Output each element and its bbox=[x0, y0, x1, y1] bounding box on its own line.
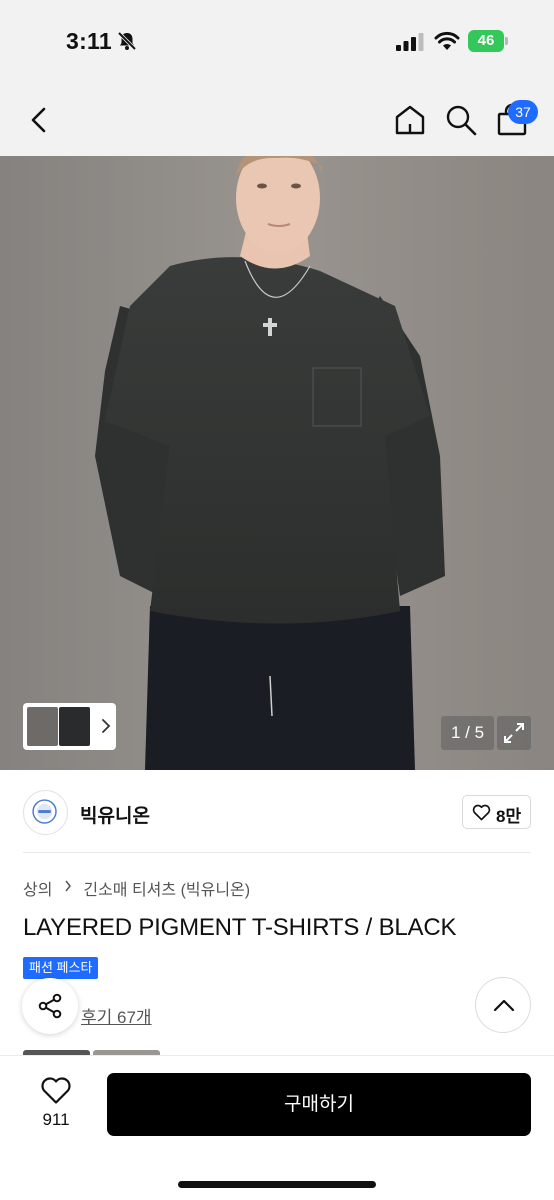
heart-icon[interactable] bbox=[40, 1076, 72, 1105]
chevron-up-icon bbox=[493, 999, 515, 1012]
product-title: LAYERED PIGMENT T-SHIRTS / BLACK bbox=[23, 914, 457, 941]
brand-like-count: 8만 bbox=[496, 807, 522, 826]
product-photo bbox=[0, 156, 554, 770]
wifi-icon bbox=[434, 31, 460, 50]
product-image[interactable]: 1 / 5 bbox=[0, 156, 554, 770]
battery-indicator: 46 bbox=[468, 30, 508, 52]
scroll-top-button[interactable] bbox=[475, 977, 531, 1033]
expand-icon bbox=[504, 723, 524, 743]
brand-logo[interactable] bbox=[23, 790, 68, 835]
breadcrumb: 상의 긴소매 티셔츠 (빅유니온) bbox=[23, 876, 250, 900]
signal-icon bbox=[396, 33, 424, 51]
brand-logo-mark bbox=[32, 799, 57, 824]
thumbnail-strip[interactable] bbox=[23, 703, 116, 750]
wish-count: 911 bbox=[42, 1110, 70, 1129]
review-link[interactable]: 후기 67개 bbox=[81, 1003, 152, 1028]
brand-like-button[interactable]: 8만 bbox=[462, 795, 531, 829]
buy-button[interactable]: 구매하기 bbox=[107, 1073, 531, 1136]
brand-row[interactable]: 빅유니온 8만 bbox=[0, 770, 554, 854]
share-button[interactable] bbox=[22, 978, 78, 1034]
home-indicator bbox=[178, 1181, 376, 1188]
divider bbox=[23, 852, 531, 853]
heart-icon bbox=[472, 804, 491, 821]
search-icon[interactable] bbox=[444, 103, 478, 137]
battery-tip bbox=[505, 37, 508, 45]
cart-count-badge[interactable]: 37 bbox=[508, 100, 538, 124]
expand-button[interactable] bbox=[497, 716, 531, 750]
home-icon[interactable] bbox=[393, 103, 427, 137]
bottom-bar: 911 구매하기 bbox=[0, 1055, 554, 1200]
promo-badge: 패션 페스타 bbox=[23, 957, 99, 979]
thumbnail-1[interactable] bbox=[27, 707, 58, 746]
chevron-right-icon bbox=[65, 880, 71, 892]
battery-level: 46 bbox=[468, 30, 504, 52]
back-icon[interactable] bbox=[24, 104, 56, 136]
thumbnail-2[interactable] bbox=[59, 707, 90, 746]
brand-name[interactable]: 빅유니온 bbox=[80, 801, 150, 828]
share-icon bbox=[38, 993, 62, 1019]
status-bar: 3:11 46 bbox=[0, 0, 554, 84]
bell-slash-icon bbox=[117, 31, 137, 51]
nav-bar bbox=[0, 84, 554, 156]
breadcrumb-category[interactable]: 상의 bbox=[23, 882, 52, 899]
status-time: 3:11 bbox=[66, 28, 112, 54]
breadcrumb-subcategory[interactable]: 긴소매 티셔츠 (빅유니온) bbox=[83, 882, 250, 899]
chevron-right-icon[interactable] bbox=[101, 717, 111, 735]
gallery-page-indicator: 1 / 5 bbox=[441, 716, 494, 750]
